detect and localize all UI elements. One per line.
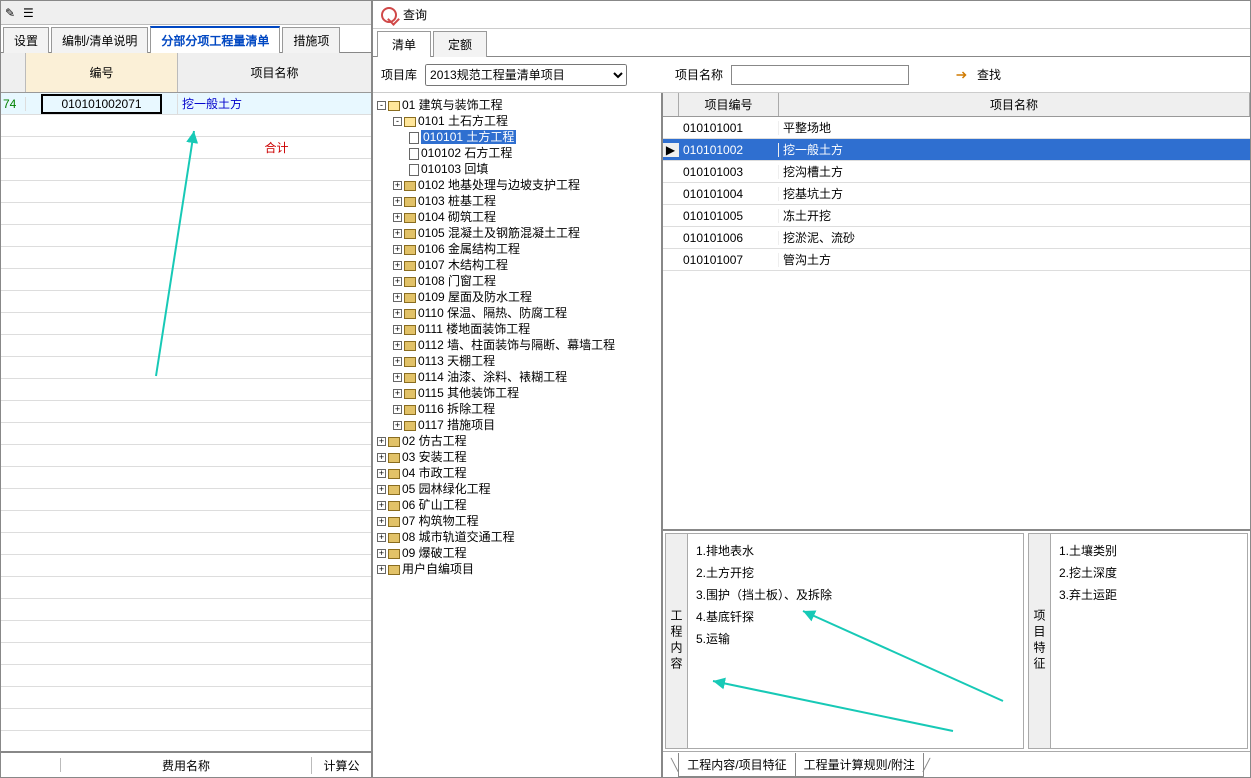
tree-node[interactable]: +07 构筑物工程 [377,513,659,529]
toolbar-icon[interactable]: ✎ [5,6,19,20]
row-name[interactable]: 挖一般土方 [178,95,371,112]
tree-node[interactable]: +0110 保温、隔热、防腐工程 [393,305,659,321]
col-code[interactable]: 编号 [26,53,178,92]
app-icon [381,7,397,23]
tree-node[interactable]: +02 仿古工程 [377,433,659,449]
work-content-item: 1.排地表水 [696,540,1015,562]
hand-point-icon [955,68,973,82]
features-header: 项目特征 [1029,534,1051,748]
find-button[interactable]: 查找 [955,66,1001,83]
tree-node[interactable]: +0116 拆除工程 [393,401,659,417]
tree-node[interactable]: 010102 石方工程 [409,145,659,161]
feature-item: 1.土壤类别 [1059,540,1239,562]
tree-node[interactable]: +0117 措施项目 [393,417,659,433]
name-input[interactable] [731,65,909,85]
result-row[interactable]: 010101007管沟土方 [663,249,1250,271]
results-grid[interactable]: 项目编号 项目名称 010101001平整场地▶010101002挖一般土方01… [663,93,1250,531]
tree-node[interactable]: +06 矿山工程 [377,497,659,513]
result-row[interactable]: 010101003挖沟槽土方 [663,161,1250,183]
tab-list[interactable]: 清单 [377,31,431,57]
tree-node[interactable]: +0112 墙、柱面装饰与隔断、幕墙工程 [393,337,659,353]
tree-node[interactable]: 010103 回填 [409,161,659,177]
tree-node[interactable]: +0114 油漆、涂料、裱糊工程 [393,369,659,385]
tab-notes[interactable]: 编制/清单说明 [51,27,148,53]
tree-node[interactable]: -0101 土石方工程 [393,113,659,129]
result-row[interactable]: 010101001平整场地 [663,117,1250,139]
work-content-header: 工程内容 [666,534,688,748]
result-row[interactable]: 010101004挖基坑土方 [663,183,1250,205]
result-row[interactable]: 010101005冻土开挖 [663,205,1250,227]
category-tree[interactable]: -01 建筑与装饰工程-0101 土石方工程010101 土方工程010102 … [373,93,663,777]
tree-node[interactable]: +0115 其他装饰工程 [393,385,659,401]
tree-node[interactable]: +0106 金属结构工程 [393,241,659,257]
left-tabbar: 设置 编制/清单说明 分部分项工程量清单 措施项 [1,25,371,53]
left-toolbar: ✎ ☰ [1,1,371,25]
tree-node[interactable]: +0103 桩基工程 [393,193,659,209]
work-content-item: 2.土方开挖 [696,562,1015,584]
filter-bar: 项目库 2013规范工程量清单项目 项目名称 查找 [373,57,1250,93]
feature-item: 3.弃土运距 [1059,584,1239,606]
col-name[interactable]: 项目名称 [178,53,371,92]
tree-node[interactable]: +05 园林绿化工程 [377,481,659,497]
tree-node[interactable]: +0109 屋面及防水工程 [393,289,659,305]
query-tabbar: 清单 定额 [373,29,1250,57]
row-index: 74 [1,97,26,111]
btab-rules[interactable]: 工程量计算规则/附注 [795,753,924,777]
feature-item: 2.挖土深度 [1059,562,1239,584]
totals-row: 合计 [1,137,371,159]
tree-node[interactable]: -01 建筑与装饰工程 [377,97,659,113]
tree-node[interactable]: +0113 天棚工程 [393,353,659,369]
name-label: 项目名称 [675,66,723,83]
tree-node[interactable]: +08 城市轨道交通工程 [377,529,659,545]
work-content-panel: 工程内容 1.排地表水2.土方开挖3.围护（挡土板）、及拆除4.基底钎探5.运输 [665,533,1024,749]
tree-node[interactable]: 010101 土方工程 [409,129,659,145]
tree-node[interactable]: +0105 混凝土及钢筋混凝土工程 [393,225,659,241]
tree-node[interactable]: +0111 楼地面装饰工程 [393,321,659,337]
boq-grid: 编号 项目名称 74 010101002071 挖一般土方 合计 [1,53,371,751]
tab-quota[interactable]: 定额 [433,31,487,57]
tree-node[interactable]: +09 爆破工程 [377,545,659,561]
tab-measures[interactable]: 措施项 [282,27,340,53]
bottom-tabbar: ╲ 工程内容/项目特征 工程量计算规则/附注 ╱ [663,751,1250,777]
tree-node[interactable]: +03 安装工程 [377,449,659,465]
features-panel: 项目特征 1.土壤类别2.挖土深度3.弃土运距 [1028,533,1248,749]
work-content-item: 5.运输 [696,628,1015,650]
lib-label: 项目库 [381,66,417,83]
tree-node[interactable]: +04 市政工程 [377,465,659,481]
footer-calc: 计算公 [311,757,371,774]
tree-node[interactable]: +0107 木结构工程 [393,257,659,273]
work-content-item: 3.围护（挡土板）、及拆除 [696,584,1015,606]
tab-settings[interactable]: 设置 [3,27,49,53]
tree-node[interactable]: +0104 砌筑工程 [393,209,659,225]
btab-content[interactable]: 工程内容/项目特征 [678,753,795,777]
tab-boq[interactable]: 分部分项工程量清单 [150,26,280,53]
result-row[interactable]: ▶010101002挖一般土方 [663,139,1250,161]
tree-node[interactable]: +0108 门窗工程 [393,273,659,289]
row-code[interactable]: 010101002071 [41,94,161,114]
result-row[interactable]: 010101006挖淤泥、流砂 [663,227,1250,249]
col-item-code[interactable]: 项目编号 [679,93,779,116]
toolbar-icon[interactable]: ☰ [23,6,37,20]
tree-node[interactable]: +用户自编项目 [377,561,659,577]
window-title: 查询 [403,6,427,23]
col-item-name[interactable]: 项目名称 [779,93,1250,116]
work-content-item: 4.基底钎探 [696,606,1015,628]
boq-row[interactable]: 74 010101002071 挖一般土方 [1,93,371,115]
window-title-bar: 查询 [373,1,1250,29]
footer-label: 费用名称 [61,757,311,774]
lib-select[interactable]: 2013规范工程量清单项目 [425,64,627,86]
tree-node[interactable]: +0102 地基处理与边坡支护工程 [393,177,659,193]
